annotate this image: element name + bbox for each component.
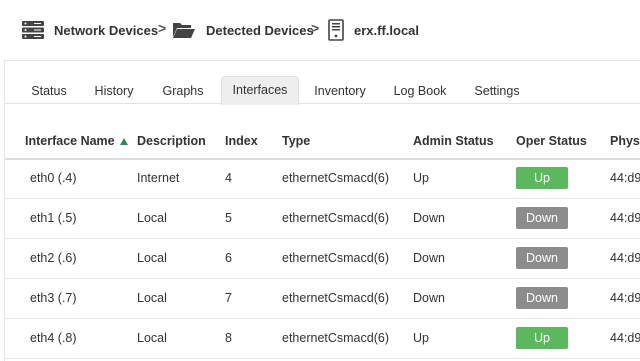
interface-name-cell: eth2 (.6) — [30, 251, 77, 265]
table-row[interactable]: eth0 (.4) Internet 4 ethernetCsmacd(6) U… — [5, 158, 640, 199]
tab-settings[interactable]: Settings — [469, 75, 525, 103]
oper-status-badge: Down — [516, 247, 568, 269]
index-cell: 4 — [225, 171, 232, 185]
breadcrumb-detected-devices[interactable]: Detected Devices — [172, 18, 314, 42]
column-header-type[interactable]: Type — [282, 121, 310, 158]
description-cell: Local — [137, 291, 167, 305]
description-cell: Local — [137, 331, 167, 345]
sort-ascending-icon — [119, 138, 128, 145]
tab-log-book[interactable]: Log Book — [389, 75, 451, 103]
tab-inventory[interactable]: Inventory — [309, 75, 371, 103]
interface-name-cell: eth4 (.8) — [30, 331, 77, 345]
type-cell: ethernetCsmacd(6) — [282, 211, 389, 225]
table-row[interactable]: eth2 (.6) Local 6 ethernetCsmacd(6) Down… — [5, 238, 640, 279]
interface-name-cell: eth1 (.5) — [30, 211, 77, 225]
table-row[interactable]: eth1 (.5) Local 5 ethernetCsmacd(6) Down… — [5, 198, 640, 239]
breadcrumb-network-devices[interactable]: Network Devices — [22, 18, 158, 42]
phys-address-cell: 44:d9 — [610, 331, 640, 345]
oper-status-badge: Up — [516, 167, 568, 189]
tab-bar: Status History Graphs Interfaces Invento… — [5, 75, 640, 105]
type-cell: ethernetCsmacd(6) — [282, 251, 389, 265]
tab-interfaces[interactable]: Interfaces — [221, 76, 299, 105]
interface-name-cell: eth3 (.7) — [30, 291, 77, 305]
tab-graphs[interactable]: Graphs — [155, 75, 211, 103]
column-header-interface-name[interactable]: Interface Name — [25, 121, 128, 158]
table-row[interactable]: eth4 (.8) Local 8 ethernetCsmacd(6) Up U… — [5, 318, 640, 359]
column-header-admin-status[interactable]: Admin Status — [413, 121, 494, 158]
phys-address-cell: 44:d9 — [610, 211, 640, 225]
breadcrumb-label: erx.ff.local — [354, 22, 420, 38]
admin-status-cell: Down — [413, 291, 445, 305]
phys-address-cell: 44:d9 — [610, 291, 640, 305]
device-detail-card: Status History Graphs Interfaces Invento… — [4, 60, 640, 361]
admin-status-cell: Down — [413, 251, 445, 265]
table-header: Interface Name Description Index Type Ad… — [5, 121, 640, 160]
device-tower-icon — [328, 19, 344, 41]
description-cell: Local — [137, 251, 167, 265]
breadcrumb-separator: > — [311, 20, 320, 36]
breadcrumb-label: Network Devices — [54, 22, 159, 38]
tab-history[interactable]: History — [89, 75, 139, 103]
oper-status-badge: Down — [516, 207, 568, 229]
index-cell: 7 — [225, 291, 232, 305]
column-header-label: Interface Name — [25, 134, 115, 148]
type-cell: ethernetCsmacd(6) — [282, 171, 389, 185]
oper-status-badge: Down — [516, 287, 568, 309]
breadcrumb-current-device[interactable]: erx.ff.local — [328, 18, 419, 42]
index-cell: 8 — [225, 331, 232, 345]
oper-status-badge: Up — [516, 327, 568, 349]
admin-status-cell: Down — [413, 211, 445, 225]
phys-address-cell: 44:d9 — [610, 171, 640, 185]
folder-open-icon — [172, 21, 196, 39]
breadcrumb-separator: > — [158, 20, 167, 36]
description-cell: Internet — [137, 171, 180, 185]
phys-address-cell: 44:d9 — [610, 251, 640, 265]
column-header-oper-status[interactable]: Oper Status — [516, 121, 587, 158]
type-cell: ethernetCsmacd(6) — [282, 331, 389, 345]
tab-status[interactable]: Status — [23, 75, 75, 103]
type-cell: ethernetCsmacd(6) — [282, 291, 389, 305]
interface-name-cell: eth0 (.4) — [30, 171, 77, 185]
index-cell: 6 — [225, 251, 232, 265]
admin-status-cell: Up — [413, 171, 429, 185]
admin-status-cell: Up — [413, 331, 429, 345]
server-stack-icon — [22, 21, 44, 39]
column-header-phys[interactable]: Phys — [610, 121, 640, 158]
column-header-index[interactable]: Index — [225, 121, 258, 158]
description-cell: Local — [137, 211, 167, 225]
column-header-description[interactable]: Description — [137, 121, 206, 158]
index-cell: 5 — [225, 211, 232, 225]
table-row[interactable]: eth3 (.7) Local 7 ethernetCsmacd(6) Down… — [5, 278, 640, 319]
breadcrumb-label: Detected Devices — [206, 22, 314, 38]
breadcrumb: Network Devices > Detected Devices > erx… — [0, 0, 640, 60]
